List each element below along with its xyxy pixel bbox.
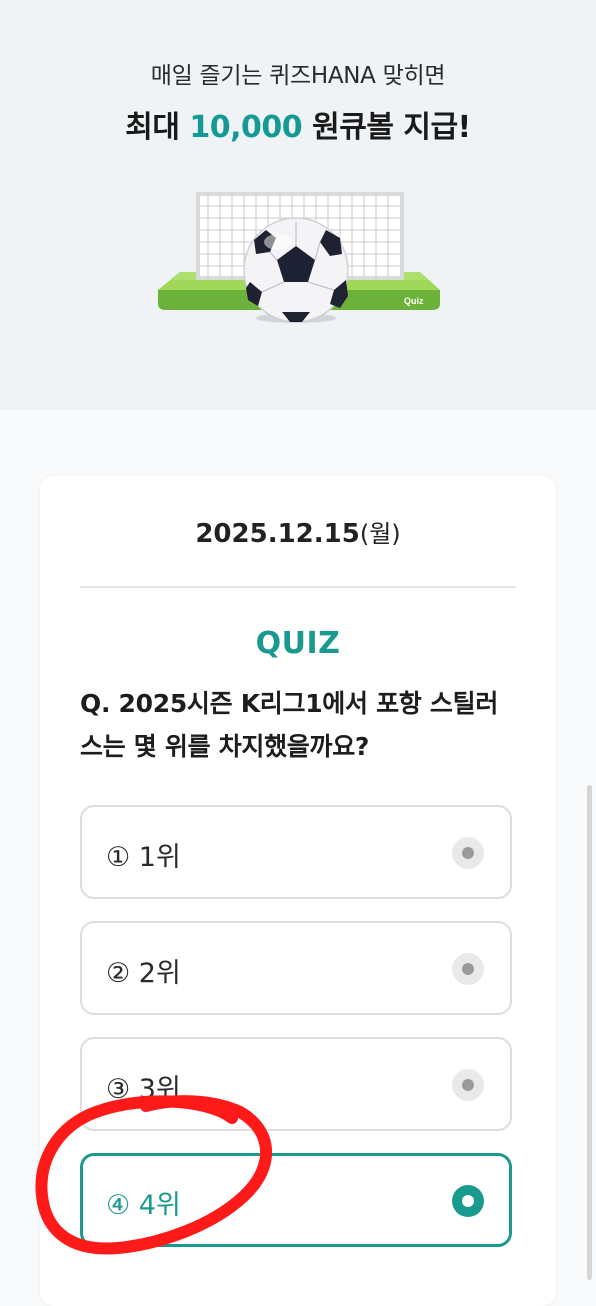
date-weekday: (월) xyxy=(359,520,401,548)
radio-unselected-icon[interactable] xyxy=(452,953,484,985)
answer-option-label: ① 1위 xyxy=(106,842,181,873)
date-value: 2025.12.15 xyxy=(195,519,360,549)
quiz-card: 2025.12.15(월) QUIZ Q. 2025시즌 K리그1에서 포항 스… xyxy=(40,476,556,1306)
soccer-ball-icon xyxy=(243,217,349,323)
answer-option-label: ② 2위 xyxy=(106,958,181,989)
quiz-badge: Quiz xyxy=(404,296,424,306)
quiz-date: 2025.12.15(월) xyxy=(40,514,556,549)
hero-headline: 최대 10,000 원큐볼 지급! xyxy=(0,102,596,146)
answer-option-3[interactable]: ③ 3위 xyxy=(80,1037,512,1131)
radio-selected-icon[interactable] xyxy=(452,1185,484,1217)
hero-subtitle: 매일 즐기는 퀴즈HANA 맞히면 xyxy=(150,63,446,89)
hero-banner: 매일 즐기는 퀴즈HANA 맞히면 최대 10,000 원큐볼 지급! Quiz xyxy=(0,0,596,410)
answer-option-1[interactable]: ① 1위 xyxy=(80,805,512,899)
soccer-goal-illustration: Quiz xyxy=(158,192,440,323)
scrollbar[interactable] xyxy=(587,785,592,1280)
headline-suffix: 원큐볼 지급! xyxy=(302,110,471,145)
answer-option-2[interactable]: ② 2위 xyxy=(80,921,512,1015)
radio-unselected-icon[interactable] xyxy=(452,1069,484,1101)
divider xyxy=(80,586,516,588)
headline-prefix: 최대 xyxy=(125,110,190,145)
quiz-label: QUIZ xyxy=(255,626,341,661)
headline-amount: 10,000 xyxy=(189,110,303,145)
answer-option-4[interactable]: ④ 4위 xyxy=(80,1153,512,1247)
quiz-question: Q. 2025시즌 K리그1에서 포항 스틸러스는 몇 위를 차지했을까요? xyxy=(80,689,499,761)
answer-option-label: ④ 4위 xyxy=(106,1190,181,1221)
radio-unselected-icon[interactable] xyxy=(452,837,484,869)
answer-option-label: ③ 3위 xyxy=(106,1074,181,1105)
